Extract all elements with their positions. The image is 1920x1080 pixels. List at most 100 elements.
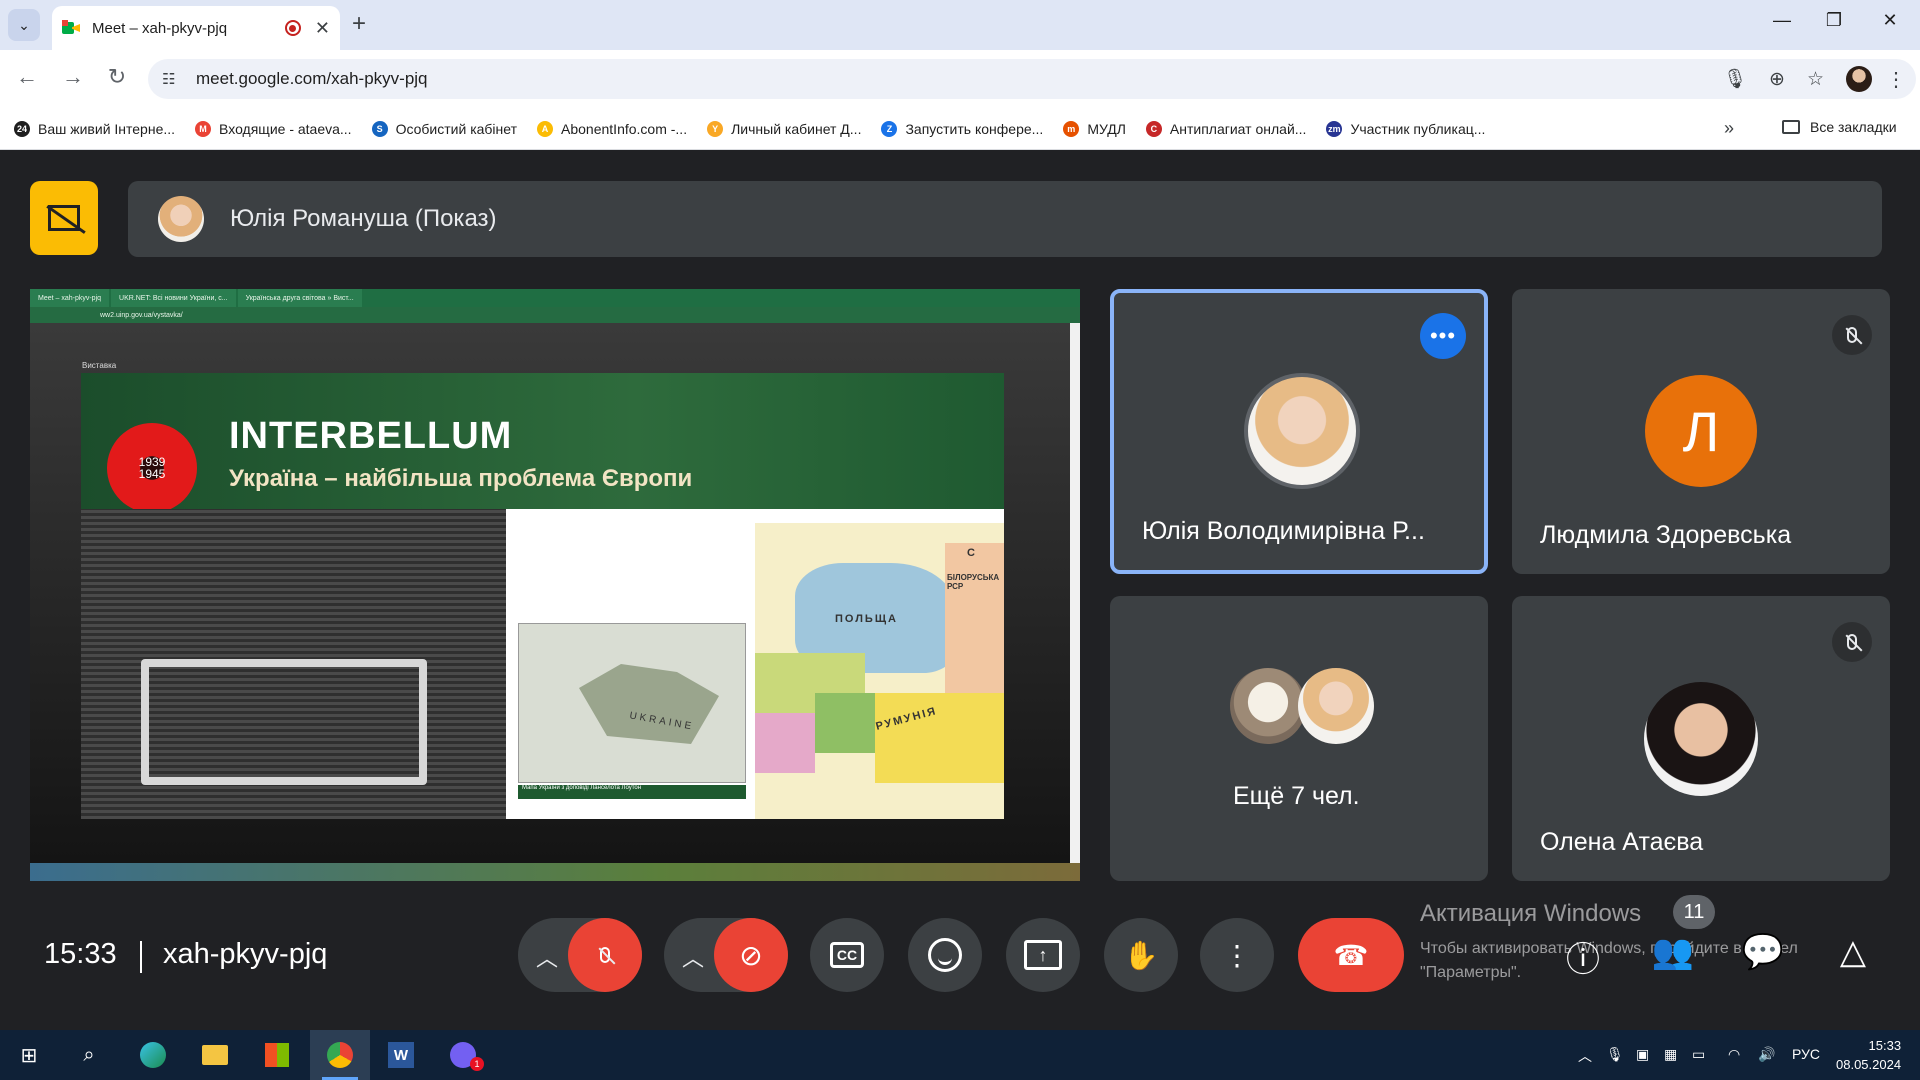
leave-call-button[interactable]: ☎ <box>1298 918 1404 992</box>
star-icon[interactable]: ☆ <box>1807 68 1824 91</box>
activation-title: Активация Windows <box>1420 900 1642 927</box>
europe-map: ПОЛЬЩА РУМУНІЯ С БІЛОРУСЬКА РСР <box>755 523 1004 819</box>
search-icon[interactable]: ⌕ <box>72 1039 106 1071</box>
url-text[interactable]: meet.google.com/xah-pkyv-pjq <box>196 69 1723 89</box>
back-icon[interactable]: ← <box>12 64 42 90</box>
more-options-icon[interactable]: ••• <box>1420 313 1466 359</box>
bookmark-item[interactable]: Y Личный кабинет Д... <box>707 120 862 137</box>
participant-count-badge: 11 <box>1673 895 1715 929</box>
presenter-name: Юлія Романуша (Показ) <box>230 205 497 232</box>
browser-toolbar: ← → ↻ ☷ meet.google.com/xah-pkyv-pjq 🎙 ⊕… <box>0 50 1920 108</box>
viber-icon[interactable]: 1 <box>446 1039 484 1071</box>
start-icon[interactable]: ⊞ <box>12 1039 46 1071</box>
tray-app-icon[interactable]: ▣ <box>1636 1046 1649 1063</box>
participant-name: Олена Атаєва <box>1540 828 1704 856</box>
address-bar[interactable]: ☷ meet.google.com/xah-pkyv-pjq 🎙 ⊕ ☆ ⋮ <box>148 59 1916 99</box>
shared-taskbar <box>30 863 1080 881</box>
participant-tile[interactable]: Олена Атаєва <box>1512 596 1890 881</box>
audio-options-chevron-icon[interactable]: ︿ <box>536 941 558 973</box>
activities-icon[interactable]: △ <box>1828 932 1878 972</box>
tab-close-icon[interactable]: ✕ <box>315 18 330 39</box>
bookmark-item[interactable]: m МУДЛ <box>1063 120 1126 137</box>
word-icon[interactable]: W <box>384 1039 418 1071</box>
map-label-ussr: С <box>967 547 977 559</box>
bookmark-item[interactable]: A AbonentInfo.com -... <box>537 120 688 137</box>
language-indicator[interactable]: РУС <box>1792 1046 1820 1062</box>
participant-name: Людмила Здоревська <box>1540 521 1792 549</box>
close-window-icon[interactable]: ✕ <box>1870 10 1910 31</box>
mic-off-icon <box>1832 315 1872 355</box>
participant-tile-active[interactable]: ••• Юлія Володимирівна Р... <box>1110 289 1488 574</box>
all-bookmarks-label: Все закладки <box>1810 119 1897 135</box>
ukraine-map: UKRAINE <box>518 623 746 783</box>
tab-search-icon[interactable]: ⌄ <box>8 9 40 41</box>
participant-avatar <box>1644 682 1758 796</box>
all-bookmarks-button[interactable]: Все закладки <box>1782 119 1897 135</box>
edge-icon[interactable] <box>136 1039 170 1071</box>
more-options-button[interactable]: ⋮ <box>1200 918 1274 992</box>
exhibition-slide: 1939 1945 INTERBELLUM Україна – найбільш… <box>81 373 1004 819</box>
meet-stage: Юлія Романуша (Показ) Meet – xah-pkyv-pj… <box>0 151 1920 1030</box>
more-bookmarks-icon[interactable]: » <box>1724 118 1734 139</box>
zoom-icon[interactable]: ⊕ <box>1769 68 1785 91</box>
mic-off-button[interactable] <box>568 918 642 992</box>
poppy-year-end: 1945 <box>138 467 166 481</box>
camera-off-button[interactable]: ⊘ <box>714 918 788 992</box>
raise-hand-button[interactable]: ✋ <box>1104 918 1178 992</box>
info-icon[interactable]: ⓘ <box>1558 932 1608 981</box>
wifi-icon[interactable]: ◠ <box>1728 1046 1740 1063</box>
slide-title: INTERBELLUM <box>229 415 513 457</box>
bookmark-item[interactable]: zm Участник публикац... <box>1326 120 1486 137</box>
system-clock[interactable]: 15:33 08.05.2024 <box>1836 1036 1901 1074</box>
restore-icon[interactable]: ❐ <box>1814 10 1854 31</box>
tab-meet[interactable]: Meet – xah-pkyv-pjq ✕ <box>52 6 340 50</box>
bookmark-item[interactable]: 24 Ваш живий Інтерне... <box>14 120 175 137</box>
bookmark-favicon-icon: A <box>537 120 554 137</box>
reactions-button[interactable] <box>908 918 982 992</box>
tray-chevron-icon[interactable]: ︿ <box>1578 1046 1592 1066</box>
profile-icon[interactable] <box>1846 66 1872 92</box>
present-button[interactable]: ↑ <box>1006 918 1080 992</box>
shared-tab: Meet – xah-pkyv-pjq <box>30 289 110 307</box>
participant-avatar: Л <box>1645 375 1757 487</box>
tray-app-icon[interactable]: ▦ <box>1664 1046 1677 1063</box>
windows-taskbar: ⊞ ⌕ W 1 ︿ 🎙 ▣ ▦ ▭ ◠ 🔊 РУС 15:33 08.05.20… <box>0 1030 1920 1080</box>
video-options-chevron-icon[interactable]: ︿ <box>682 941 704 973</box>
bookmark-item[interactable]: S Особистий кабінет <box>371 120 517 137</box>
volume-icon[interactable]: 🔊 <box>1758 1046 1775 1063</box>
presentation-icon[interactable] <box>30 181 98 255</box>
chrome-icon[interactable] <box>323 1039 357 1071</box>
bookmark-label: Участник публикац... <box>1350 120 1486 137</box>
minimize-icon[interactable]: — <box>1762 10 1802 31</box>
file-explorer-icon[interactable] <box>198 1039 232 1071</box>
site-settings-icon[interactable]: ☷ <box>162 70 182 88</box>
battery-icon[interactable]: ▭ <box>1692 1046 1705 1063</box>
forward-icon[interactable]: → <box>58 64 88 90</box>
bookmark-label: AbonentInfo.com -... <box>561 120 688 137</box>
participant-tile[interactable]: Л Людмила Здоревська <box>1512 289 1890 574</box>
menu-icon[interactable]: ⋮ <box>1886 67 1906 92</box>
reload-icon[interactable]: ↻ <box>102 64 132 90</box>
divider <box>140 941 142 973</box>
tray-mic-icon[interactable]: 🎙 <box>1606 1046 1624 1063</box>
bookmark-item[interactable]: C Антиплагиат онлай... <box>1145 120 1306 137</box>
store-icon[interactable] <box>260 1039 294 1071</box>
more-participants-tile[interactable]: Ещё 7 чел. <box>1110 596 1488 881</box>
captions-button[interactable]: CC <box>810 918 884 992</box>
mic-icon[interactable]: 🎙 <box>1723 67 1747 91</box>
bookmark-item[interactable]: Z Запустить конфере... <box>881 120 1043 137</box>
bookmark-item[interactable]: M Входящие - ataeva... <box>195 120 352 137</box>
tab-strip: ⌄ Meet – xah-pkyv-pjq ✕ + — ❐ ✕ <box>0 0 1920 50</box>
bookmark-favicon-icon: S <box>371 120 388 137</box>
shared-scrollbar <box>1070 323 1080 863</box>
record-icon <box>284 20 301 36</box>
shared-tab-strip: Meet – xah-pkyv-pjq UKR.NET: Всі новини … <box>30 289 1080 307</box>
participant-name: Юлія Володимирівна Р... <box>1142 517 1425 545</box>
participant-avatar <box>1298 668 1374 744</box>
tab-title: Meet – xah-pkyv-pjq <box>92 19 228 37</box>
conference-photo <box>81 509 506 819</box>
people-icon[interactable]: 👥 <box>1648 932 1698 972</box>
new-tab-button[interactable]: + <box>352 10 366 38</box>
bookmark-label: Личный кабинет Д... <box>731 120 862 137</box>
chat-icon[interactable]: 💬 <box>1738 932 1788 972</box>
